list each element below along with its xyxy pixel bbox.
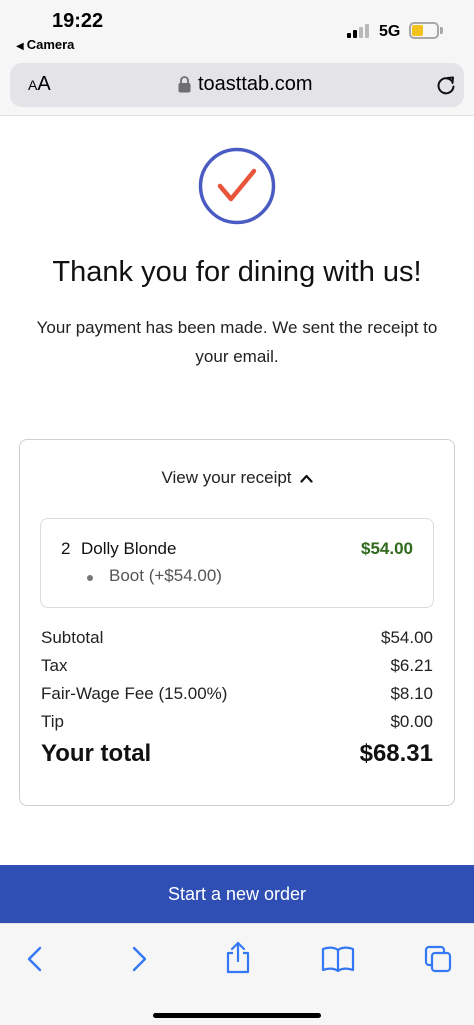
tabs-icon[interactable] (423, 944, 453, 974)
battery-cap (440, 27, 443, 34)
start-new-order-button[interactable]: Start a new order (0, 865, 474, 923)
battery-icon (409, 22, 439, 39)
subtotal-value: $54.00 (381, 628, 433, 647)
lock-icon (178, 76, 191, 93)
back-app-label: Camera (26, 37, 75, 52)
url-text: toasttab.com (198, 73, 313, 95)
item-modifier-text: Boot (+$54.00) (109, 566, 222, 585)
tax-value: $6.21 (390, 656, 433, 675)
forward-chevron-icon[interactable] (123, 944, 153, 974)
tip-row: Tip $0.00 (41, 712, 433, 732)
tip-label: Tip (41, 712, 64, 731)
total-value: $68.31 (359, 740, 433, 767)
total-label: Your total (41, 740, 152, 767)
browser-address-area: AA toasttab.com (0, 60, 474, 116)
page-subtitle: Your payment has been made. We sent the … (36, 318, 438, 366)
home-indicator (153, 1013, 321, 1018)
fee-row: Fair-Wage Fee (15.00%) $8.10 (41, 684, 433, 704)
item-quantity: 2 (61, 539, 71, 558)
bullet-icon (87, 575, 93, 581)
back-to-app-link[interactable]: ◀ Camera (16, 37, 74, 52)
item-price: $54.00 (361, 539, 413, 558)
item-modifier: Boot (+$54.00) (87, 566, 222, 586)
back-triangle-icon: ◀ (16, 41, 24, 52)
receipt-card: View your receipt 2 Dolly Blonde $54.00 … (19, 439, 455, 806)
status-time: 19:22 (52, 10, 104, 32)
text-size-button[interactable]: AA (28, 73, 51, 96)
item-name: Dolly Blonde (81, 539, 177, 558)
browser-toolbar (0, 923, 474, 1025)
view-receipt-label: View your receipt (161, 468, 292, 487)
share-icon[interactable] (222, 940, 254, 974)
status-bar: 19:22 ◀ Camera 5G (0, 0, 474, 60)
tip-value: $0.00 (390, 712, 433, 731)
tax-row: Tax $6.21 (41, 656, 433, 676)
chevron-up-icon (299, 474, 313, 483)
page-title: Thank you for dining with us! (52, 256, 422, 288)
subtotal-label: Subtotal (41, 628, 104, 647)
view-receipt-toggle[interactable]: View your receipt (20, 468, 454, 488)
address-bar[interactable]: AA toasttab.com (10, 63, 464, 107)
total-row: Your total $68.31 (41, 740, 433, 768)
battery-level (412, 25, 423, 36)
subtotal-row: Subtotal $54.00 (41, 628, 433, 648)
tax-label: Tax (41, 656, 68, 675)
signal-strength-icon (347, 24, 371, 38)
back-chevron-icon[interactable] (21, 944, 51, 974)
fee-label: Fair-Wage Fee (15.00%) (41, 684, 228, 703)
check-circle-icon (198, 147, 276, 225)
network-type: 5G (379, 23, 401, 40)
bookmarks-icon[interactable] (321, 944, 355, 974)
receipt-item: 2 Dolly Blonde $54.00 Boot (+$54.00) (40, 518, 434, 608)
fee-value: $8.10 (390, 684, 433, 703)
reload-icon[interactable] (435, 74, 457, 96)
